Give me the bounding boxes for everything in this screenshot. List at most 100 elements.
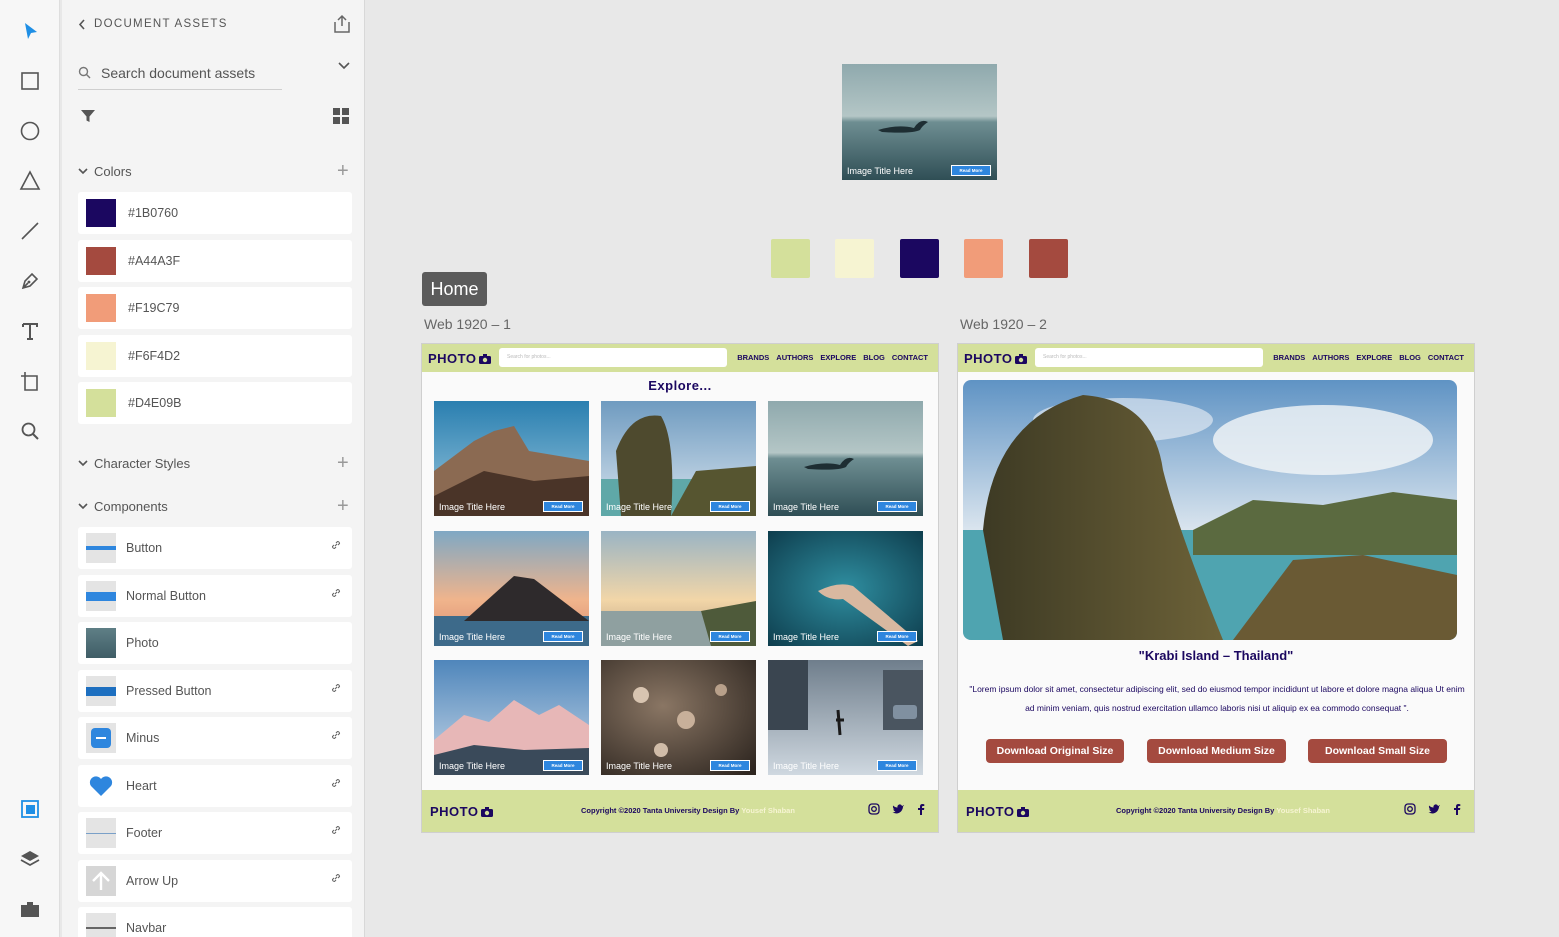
nav-link-blog[interactable]: BLOG bbox=[1399, 353, 1421, 362]
photo-card[interactable]: Image Title Here Read More bbox=[768, 660, 923, 775]
nav-link-contact[interactable]: CONTACT bbox=[1428, 353, 1464, 362]
photo-component-preview[interactable]: Image Title Here Read More bbox=[842, 64, 997, 180]
link-icon[interactable] bbox=[330, 587, 342, 599]
nav-link-brands[interactable]: BRANDS bbox=[737, 353, 769, 362]
text-tool-icon[interactable] bbox=[15, 316, 45, 346]
footer-logo[interactable]: PHOTO bbox=[966, 804, 1029, 819]
color-asset-row[interactable]: #1B0760 bbox=[78, 192, 352, 234]
component-row-button[interactable]: Button bbox=[78, 527, 352, 569]
artboard-web-1920-2[interactable]: PHOTO Search for photos... BRANDS AUTHOR… bbox=[957, 343, 1475, 833]
link-icon[interactable] bbox=[330, 539, 342, 551]
home-flow-tag[interactable]: Home bbox=[422, 272, 487, 306]
polygon-tool-icon[interactable] bbox=[15, 166, 45, 196]
designer-name[interactable]: Yousef Shaban bbox=[1276, 806, 1330, 815]
photo-card[interactable]: Image Title Here Read More bbox=[768, 401, 923, 516]
photo-card[interactable]: Image Title Here Read More bbox=[601, 660, 756, 775]
read-more-button[interactable]: Read More bbox=[710, 631, 750, 642]
color-asset-row[interactable]: #F19C79 bbox=[78, 287, 352, 329]
search-assets-input[interactable]: Search document assets bbox=[78, 56, 282, 90]
add-component-icon[interactable]: + bbox=[337, 496, 349, 516]
artboard1-name[interactable]: Web 1920 – 1 bbox=[424, 316, 511, 332]
artboard-web-1920-1[interactable]: PHOTO Search for photos... BRANDS AUTHOR… bbox=[421, 343, 939, 833]
designer-name[interactable]: Yousef Shaban bbox=[741, 806, 795, 815]
assets-panel-icon[interactable] bbox=[15, 794, 45, 824]
rectangle-tool-icon[interactable] bbox=[15, 66, 45, 96]
add-character-style-icon[interactable]: + bbox=[337, 453, 349, 473]
read-more-button[interactable]: Read More bbox=[877, 501, 917, 512]
add-color-icon[interactable]: + bbox=[337, 161, 349, 181]
download-original-button[interactable]: Download Original Size bbox=[986, 739, 1124, 763]
read-more-button[interactable]: Read More bbox=[543, 760, 583, 771]
nav-link-explore[interactable]: EXPLORE bbox=[1356, 353, 1392, 362]
nav-link-brands[interactable]: BRANDS bbox=[1273, 353, 1305, 362]
nav-link-authors[interactable]: AUTHORS bbox=[1312, 353, 1349, 362]
component-row-heart[interactable]: Heart bbox=[78, 765, 352, 807]
read-more-button[interactable]: Read More bbox=[877, 631, 917, 642]
instagram-icon[interactable] bbox=[868, 803, 880, 815]
read-more-button[interactable]: Read More bbox=[543, 501, 583, 512]
canvas-swatch[interactable] bbox=[900, 239, 939, 278]
instagram-icon[interactable] bbox=[1404, 803, 1416, 815]
chevron-left-icon[interactable] bbox=[78, 18, 86, 30]
facebook-icon[interactable] bbox=[917, 803, 925, 815]
photo-card[interactable]: Image Title Here Read More bbox=[434, 401, 589, 516]
component-row-minus[interactable]: Minus bbox=[78, 717, 352, 759]
nav-link-explore[interactable]: EXPLORE bbox=[820, 353, 856, 362]
zoom-tool-icon[interactable] bbox=[15, 416, 45, 446]
photo-card[interactable]: Image Title Here Read More bbox=[434, 531, 589, 646]
facebook-icon[interactable] bbox=[1453, 803, 1461, 815]
site-logo[interactable]: PHOTO bbox=[428, 351, 491, 366]
photo-card[interactable]: Image Title Here Read More bbox=[768, 531, 923, 646]
color-asset-row[interactable]: #F6F4D2 bbox=[78, 335, 352, 377]
line-tool-icon[interactable] bbox=[15, 216, 45, 246]
link-icon[interactable] bbox=[330, 872, 342, 884]
artboard-tool-icon[interactable] bbox=[15, 366, 45, 396]
component-row-navbar[interactable]: Navbar bbox=[78, 907, 352, 937]
link-icon[interactable] bbox=[330, 777, 342, 789]
grid-view-icon[interactable] bbox=[333, 108, 349, 124]
site-search-input[interactable]: Search for photos... bbox=[1035, 348, 1263, 367]
component-row-pressed-button[interactable]: Pressed Button bbox=[78, 670, 352, 712]
download-small-button[interactable]: Download Small Size bbox=[1308, 739, 1447, 763]
artboard2-name[interactable]: Web 1920 – 2 bbox=[960, 316, 1047, 332]
site-search-input[interactable]: Search for photos... bbox=[499, 348, 727, 367]
nav-link-contact[interactable]: CONTACT bbox=[892, 353, 928, 362]
filter-icon[interactable] bbox=[80, 108, 96, 124]
select-tool-icon[interactable] bbox=[15, 16, 45, 46]
site-logo[interactable]: PHOTO bbox=[964, 351, 1027, 366]
photo-card[interactable]: Image Title Here Read More bbox=[601, 401, 756, 516]
twitter-icon[interactable] bbox=[1428, 803, 1441, 815]
component-row-photo[interactable]: Photo bbox=[78, 622, 352, 664]
twitter-icon[interactable] bbox=[892, 803, 905, 815]
pen-tool-icon[interactable] bbox=[15, 266, 45, 296]
link-icon[interactable] bbox=[330, 824, 342, 836]
footer-logo[interactable]: PHOTO bbox=[430, 804, 493, 819]
layers-panel-icon[interactable] bbox=[15, 844, 45, 874]
color-asset-row[interactable]: #D4E09B bbox=[78, 382, 352, 424]
read-more-button[interactable]: Read More bbox=[543, 631, 583, 642]
colors-section-header[interactable]: Colors bbox=[78, 164, 132, 179]
component-row-normal-button[interactable]: Normal Button bbox=[78, 575, 352, 617]
photo-card[interactable]: Image Title Here Read More bbox=[601, 531, 756, 646]
canvas-swatch[interactable] bbox=[964, 239, 1003, 278]
components-section-header[interactable]: Components bbox=[78, 499, 168, 514]
read-more-button[interactable]: Read More bbox=[710, 760, 750, 771]
share-icon[interactable] bbox=[332, 14, 352, 34]
canvas-swatch[interactable] bbox=[835, 239, 874, 278]
download-medium-button[interactable]: Download Medium Size bbox=[1147, 739, 1286, 763]
nav-link-authors[interactable]: AUTHORS bbox=[776, 353, 813, 362]
canvas-swatch[interactable] bbox=[1029, 239, 1068, 278]
ellipse-tool-icon[interactable] bbox=[15, 116, 45, 146]
link-icon[interactable] bbox=[330, 729, 342, 741]
read-more-button[interactable]: Read More bbox=[877, 760, 917, 771]
canvas-swatch[interactable] bbox=[771, 239, 810, 278]
chevron-down-icon[interactable] bbox=[338, 62, 350, 70]
link-icon[interactable] bbox=[330, 682, 342, 694]
panel-header[interactable]: DOCUMENT ASSETS bbox=[78, 18, 228, 30]
read-more-button[interactable]: Read More bbox=[951, 165, 991, 176]
nav-link-blog[interactable]: BLOG bbox=[863, 353, 885, 362]
plugins-panel-icon[interactable] bbox=[15, 894, 45, 924]
character-styles-section-header[interactable]: Character Styles bbox=[78, 456, 190, 471]
color-asset-row[interactable]: #A44A3F bbox=[78, 240, 352, 282]
photo-card[interactable]: Image Title Here Read More bbox=[434, 660, 589, 775]
